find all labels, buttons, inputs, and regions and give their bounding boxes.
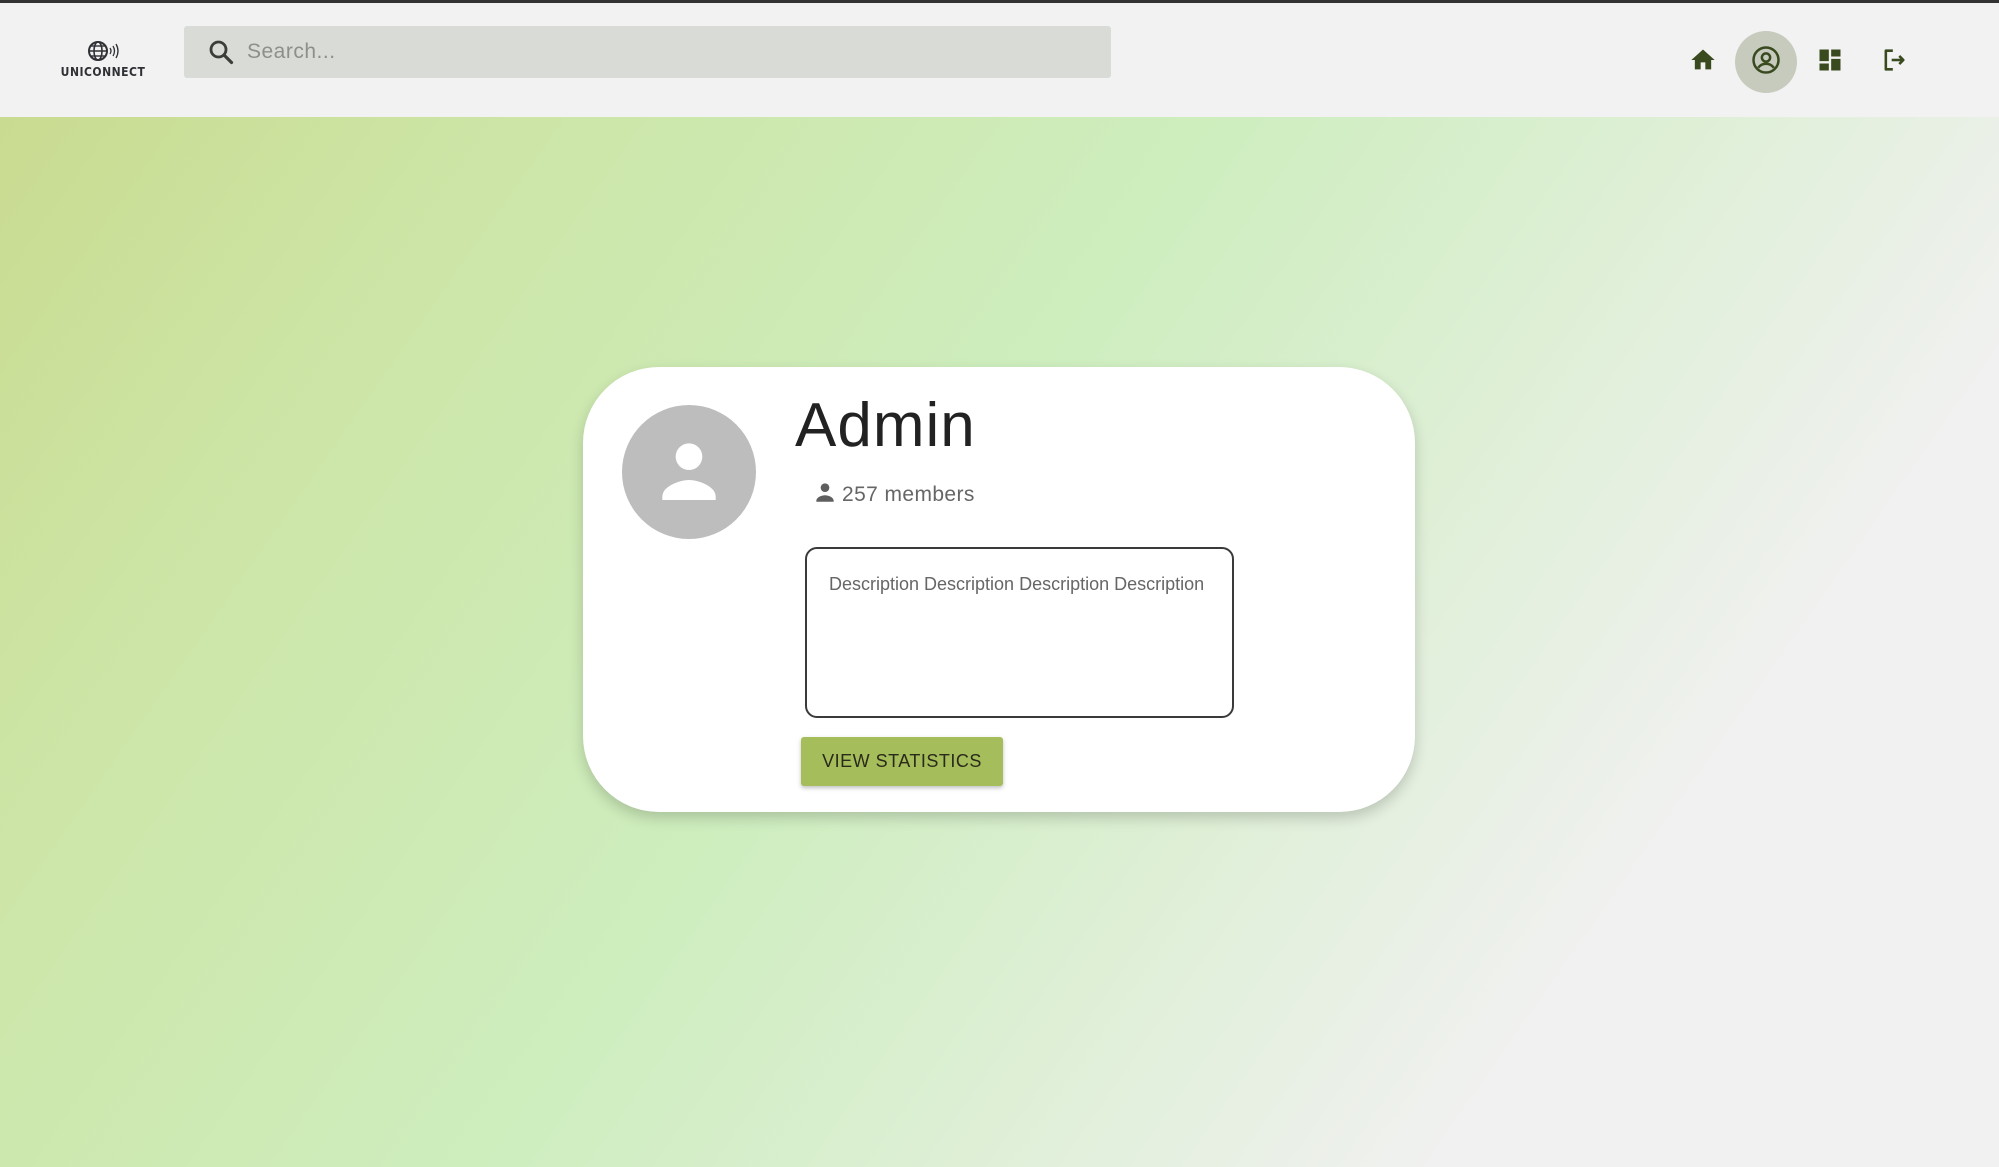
search-bar[interactable] xyxy=(184,26,1111,78)
view-statistics-button[interactable]: VIEW STATISTICS xyxy=(801,737,1003,786)
members-info: 257 members xyxy=(812,479,975,510)
logo-text: UNICONNECT xyxy=(60,65,146,79)
account-circle-icon xyxy=(1751,45,1781,80)
person-icon xyxy=(649,430,729,515)
avatar xyxy=(622,405,756,539)
profile-name: Admin xyxy=(795,391,976,460)
person-icon xyxy=(812,479,838,510)
nav-logout-button[interactable] xyxy=(1863,31,1925,93)
nav-dashboard-button[interactable] xyxy=(1799,31,1861,93)
nav-home-button[interactable] xyxy=(1672,31,1734,93)
search-icon xyxy=(208,39,234,65)
nav-profile-button[interactable] xyxy=(1735,31,1797,93)
logout-icon xyxy=(1880,46,1908,79)
uniconnect-logo[interactable]: UNICONNECT xyxy=(60,39,146,85)
search-input[interactable] xyxy=(247,26,1087,78)
globe-signal-icon xyxy=(78,39,128,63)
app-header: UNICONNECT xyxy=(0,3,1999,117)
dashboard-icon xyxy=(1816,46,1844,79)
description-box: Description Description Description Desc… xyxy=(805,547,1234,718)
members-count: 257 members xyxy=(842,482,975,506)
home-icon xyxy=(1689,46,1717,79)
